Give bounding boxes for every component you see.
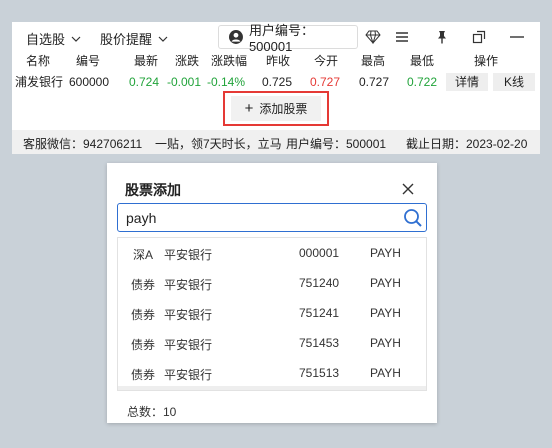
wechat-contact: 客服微信：942706211 <box>23 137 143 151</box>
table-row[interactable]: 浦发银行 600000 0.724 -0.001 -0.14% 0.725 0.… <box>12 73 540 91</box>
col-latest: 最新 <box>133 54 158 68</box>
add-stock-label: 添加股票 <box>259 102 308 116</box>
results-total: 总数：10 <box>127 405 177 419</box>
result-market: 债券 <box>131 308 156 322</box>
user-avatar-icon <box>229 30 243 44</box>
result-code: 751453 <box>299 336 340 350</box>
close-icon[interactable] <box>401 182 415 196</box>
promo-text: 一贴，领7天时长，立马 <box>155 137 281 151</box>
result-name: 平安银行 <box>164 308 213 322</box>
menu-icon[interactable] <box>394 29 410 45</box>
search-results-list: 深A 平安银行 000001 PAYH 债券 平安银行 751240 PAYH … <box>117 237 427 391</box>
list-item[interactable]: 债券 平安银行 751513 PAYH <box>118 358 426 388</box>
user-id-box[interactable]: 用户编号：500001 <box>218 23 358 54</box>
result-name: 平安银行 <box>164 338 213 352</box>
stock-search-box <box>117 203 427 232</box>
result-abbr: PAYH <box>370 336 401 350</box>
dialog-title: 股票添加 <box>125 182 181 198</box>
stock-search-input[interactable] <box>126 207 386 228</box>
result-code: 751513 <box>299 366 340 380</box>
col-high: 最高 <box>360 54 385 68</box>
list-item[interactable]: 债券 平安银行 751241 PAYH <box>118 298 426 328</box>
result-code: 751241 <box>299 306 340 320</box>
col-name: 名称 <box>25 54 50 68</box>
col-action: 操作 <box>473 54 498 68</box>
list-item[interactable]: 债券 平安银行 751240 PAYH <box>118 268 426 298</box>
result-abbr: PAYH <box>370 366 401 380</box>
user-id-label: 用户编号：500001 <box>248 23 314 54</box>
minimize-icon[interactable] <box>509 29 525 45</box>
prev-close-price: 0.725 <box>261 75 293 89</box>
popout-icon[interactable] <box>471 29 487 45</box>
chevron-down-icon <box>158 36 168 42</box>
result-market: 债券 <box>131 368 156 382</box>
list-item[interactable]: 债券 平安银行 751453 PAYH <box>118 328 426 358</box>
price-alert-dropdown[interactable]: 股价提醒 <box>100 29 168 48</box>
result-name: 平安银行 <box>164 368 213 382</box>
kline-button[interactable]: K线 <box>493 73 535 91</box>
footer-user-id: 用户编号：500001 <box>286 137 387 151</box>
stock-widget: 自选股 股价提醒 用户编号：500001 名称 编号 最新 涨跌 涨跌幅 昨收 … <box>12 22 540 154</box>
price-alert-label: 股价提醒 <box>100 32 153 47</box>
toolbar: 自选股 股价提醒 用户编号：500001 <box>12 22 540 54</box>
result-abbr: PAYH <box>370 246 401 260</box>
col-prev-close: 昨收 <box>265 54 290 68</box>
result-market: 深A <box>133 248 154 262</box>
horizontal-scrollbar[interactable] <box>118 386 426 390</box>
detail-button[interactable]: 详情 <box>446 73 488 91</box>
low-price: 0.722 <box>406 75 438 89</box>
chevron-down-icon <box>71 36 81 42</box>
price-change-pct: -0.14% <box>206 75 246 89</box>
search-icon[interactable] <box>403 208 423 228</box>
col-open: 今开 <box>313 54 338 68</box>
col-low: 最低 <box>409 54 434 68</box>
diamond-icon[interactable] <box>365 29 381 45</box>
add-stock-highlight: + 添加股票 <box>223 91 329 126</box>
list-item[interactable]: 深A 平安银行 000001 PAYH <box>118 238 426 268</box>
result-name: 平安银行 <box>164 248 213 262</box>
table-header: 名称 编号 最新 涨跌 涨跌幅 昨收 今开 最高 最低 操作 <box>12 52 540 70</box>
expiry-date: 截止日期：2023-02-20 <box>406 137 528 151</box>
latest-price: 0.724 <box>128 75 160 89</box>
watchlist-dropdown[interactable]: 自选股 <box>26 29 81 48</box>
result-code: 751240 <box>299 276 340 290</box>
result-name: 平安银行 <box>164 278 213 292</box>
result-abbr: PAYH <box>370 306 401 320</box>
plus-icon: + <box>244 100 254 117</box>
price-change: -0.001 <box>166 75 202 89</box>
stock-code: 600000 <box>68 75 110 89</box>
add-stock-button[interactable]: + 添加股票 <box>231 96 321 121</box>
watchlist-label: 自选股 <box>26 32 66 47</box>
result-market: 债券 <box>131 338 156 352</box>
pin-icon[interactable] <box>434 29 450 45</box>
col-change: 涨跌 <box>174 54 199 68</box>
result-code: 000001 <box>299 246 340 260</box>
high-price: 0.727 <box>358 75 390 89</box>
result-abbr: PAYH <box>370 276 401 290</box>
stock-name: 浦发银行 <box>14 75 63 89</box>
add-stock-dialog: 股票添加 深A 平安银行 000001 PAYH 债券 平安银行 751240 … <box>107 163 437 423</box>
col-code: 编号 <box>75 54 100 68</box>
result-market: 债券 <box>131 278 156 292</box>
open-price: 0.727 <box>309 75 341 89</box>
status-bar: 客服微信：942706211 一贴，领7天时长，立马 用户编号：500001 截… <box>12 130 540 154</box>
col-change-pct: 涨跌幅 <box>210 54 247 68</box>
